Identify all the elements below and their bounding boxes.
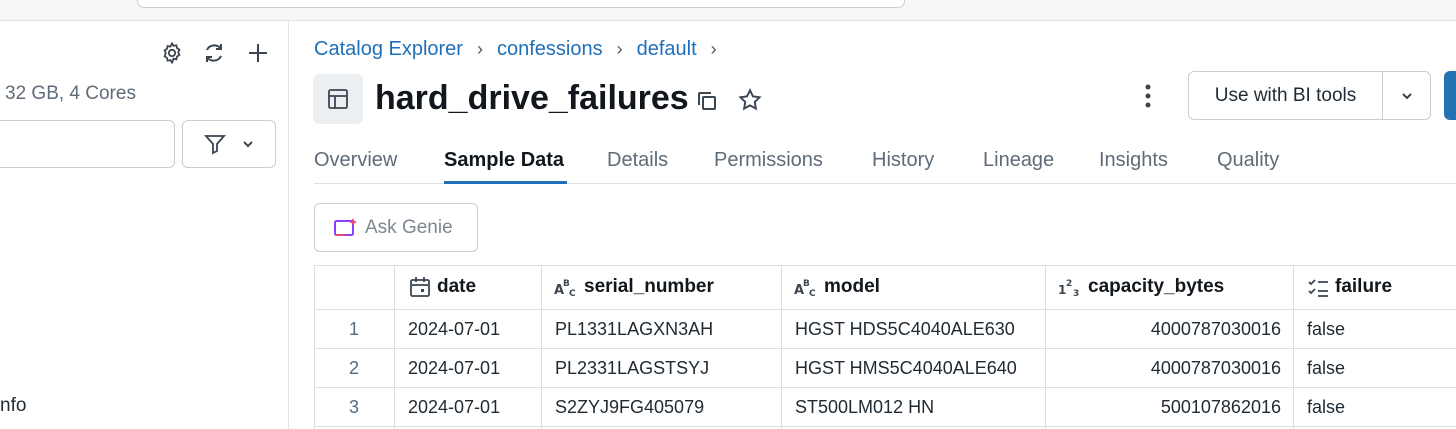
ask-genie-button[interactable]: Ask Genie	[314, 203, 478, 252]
chevron-right-icon: ›	[616, 39, 623, 59]
column-header-model[interactable]: A B C model	[794, 276, 880, 298]
gear-icon[interactable]	[158, 39, 186, 67]
active-tab-indicator	[444, 181, 567, 184]
chevron-right-icon: ›	[710, 39, 717, 59]
table-border	[1045, 265, 1046, 429]
row-index: 3	[348, 397, 359, 417]
table-cell-serial-number[interactable]: S2ZYJ9FG405079	[555, 397, 704, 418]
calendar-icon	[410, 277, 430, 297]
table-cell-date[interactable]: 2024-07-01	[408, 319, 500, 340]
table-cell-failure[interactable]: false	[1307, 319, 1345, 340]
page-title: hard_drive_failures	[375, 79, 689, 117]
primary-action-button[interactable]	[1444, 71, 1456, 120]
table-cell-capacity-bytes[interactable]: 500107862016	[1049, 397, 1281, 418]
row-index: 1	[348, 319, 359, 339]
refresh-icon[interactable]	[200, 39, 228, 67]
table-border	[314, 265, 1456, 266]
table-cell-model[interactable]: HGST HMS5C4040ALE640	[795, 358, 1017, 379]
table-border	[314, 309, 1456, 310]
tab-quality[interactable]: Quality	[1217, 149, 1279, 172]
table-cell-model[interactable]: ST500LM012 HN	[795, 397, 934, 418]
genie-sparkle-icon	[334, 217, 357, 236]
more-options-icon[interactable]	[1138, 82, 1158, 115]
string-type-icon: A B C	[794, 279, 816, 298]
breadcrumb-catalog[interactable]: confessions	[497, 38, 603, 61]
column-header-failure[interactable]: failure	[1307, 276, 1392, 298]
svg-text:B: B	[563, 279, 570, 289]
bi-tools-dropdown-button[interactable]	[1383, 72, 1430, 119]
table-cell-model[interactable]: HGST HDS5C4040ALE630	[795, 319, 1015, 340]
ask-genie-label: Ask Genie	[365, 216, 453, 238]
table-cell-date[interactable]: 2024-07-01	[408, 397, 500, 418]
table-cell-date[interactable]: 2024-07-01	[408, 358, 500, 379]
breadcrumb: Catalog Explorer › confessions › default…	[314, 38, 717, 61]
global-search-input[interactable]	[137, 0, 905, 8]
catalog-search-input[interactable]	[0, 120, 175, 168]
string-type-icon: A B C	[554, 279, 576, 298]
row-index: 2	[348, 358, 359, 378]
column-header-date[interactable]: date	[409, 276, 476, 298]
tab-history[interactable]: History	[872, 149, 934, 172]
use-with-bi-tools-button[interactable]: Use with BI tools	[1189, 72, 1383, 119]
tab-bar: Overview Sample Data Details Permissions…	[314, 137, 1456, 184]
table-cell-failure[interactable]: false	[1307, 397, 1345, 418]
filter-icon	[204, 135, 226, 155]
tab-lineage[interactable]: Lineage	[983, 149, 1054, 172]
chevron-right-icon: ›	[476, 39, 483, 59]
add-icon[interactable]	[244, 39, 272, 67]
left-pane-item-text[interactable]: nfo	[0, 395, 26, 417]
table-cell-capacity-bytes[interactable]: 4000787030016	[1049, 358, 1281, 379]
svg-text:2: 2	[1066, 279, 1072, 289]
svg-text:3: 3	[1073, 289, 1079, 298]
table-border	[394, 265, 395, 429]
tab-sample-data[interactable]: Sample Data	[444, 149, 564, 172]
column-header-capacity-bytes[interactable]: 1 2 3 capacity_bytes	[1058, 276, 1224, 298]
tab-details[interactable]: Details	[607, 149, 668, 172]
column-header-serial-number[interactable]: A B C serial_number	[554, 276, 714, 298]
filter-dropdown[interactable]	[182, 120, 276, 168]
table-icon	[313, 74, 363, 124]
table-border	[314, 426, 1456, 427]
table-border	[314, 387, 1456, 388]
table-border	[781, 265, 782, 429]
sample-data-table: date A B C serial_number A B C model 1 2…	[314, 265, 1456, 429]
table-cell-serial-number[interactable]: PL2331LAGSTSYJ	[555, 358, 709, 379]
table-border	[314, 348, 1456, 349]
compute-info: 32 GB, 4 Cores	[5, 83, 136, 104]
svg-text:C: C	[809, 289, 816, 298]
tab-permissions[interactable]: Permissions	[714, 149, 823, 172]
svg-text:B: B	[803, 279, 810, 289]
copy-icon[interactable]	[695, 89, 719, 118]
breadcrumb-schema[interactable]: default	[637, 38, 697, 61]
number-type-icon: 1 2 3	[1058, 279, 1079, 298]
chevron-down-icon	[243, 141, 253, 148]
table-border	[1293, 265, 1294, 429]
table-cell-capacity-bytes[interactable]: 4000787030016	[1049, 319, 1281, 340]
left-pane: 32 GB, 4 Cores nfo	[0, 21, 289, 429]
star-icon[interactable]	[737, 87, 763, 118]
top-bar	[0, 0, 1456, 21]
table-cell-serial-number[interactable]: PL1331LAGXN3AH	[555, 319, 713, 340]
use-with-bi-tools-split-button: Use with BI tools	[1188, 71, 1431, 120]
table-border	[541, 265, 542, 429]
svg-text:C: C	[569, 289, 576, 298]
boolean-type-icon	[1308, 279, 1328, 297]
tab-overview[interactable]: Overview	[314, 149, 397, 172]
chevron-down-icon	[1401, 92, 1412, 99]
table-cell-failure[interactable]: false	[1307, 358, 1345, 379]
tab-insights[interactable]: Insights	[1099, 149, 1168, 172]
breadcrumb-catalog-explorer[interactable]: Catalog Explorer	[314, 38, 463, 61]
